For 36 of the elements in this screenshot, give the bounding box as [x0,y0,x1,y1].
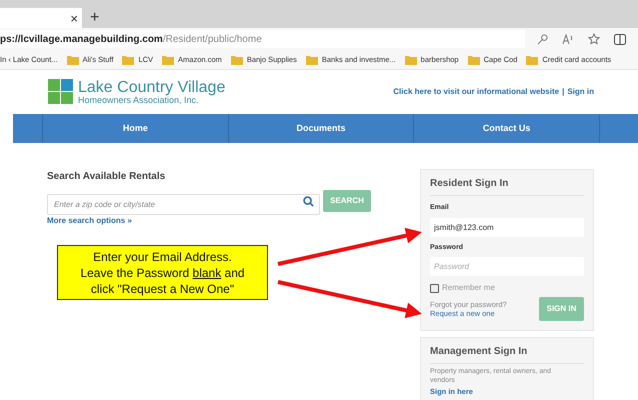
address-bar[interactable]: ps://lcvillage.managebuilding.com/Resident/public/home [0,30,525,48]
callout-text: click "Request a New One" [90,280,234,296]
logo-title: Lake Country Village [78,80,226,96]
folder-icon [230,54,243,64]
callout-text: Enter your Email Address. [93,248,232,264]
folder-icon [468,54,480,64]
callout-text: Leave the Password blank and [80,264,245,280]
logo-subtitle: Homeowners Association, Inc. [78,96,199,104]
logo-icon [48,79,74,105]
search-field[interactable]: Enter a zip code or city/state [47,194,320,214]
password-field[interactable]: Password [430,257,584,276]
panel-title: Management Sign In [430,344,584,364]
folder-icon [66,54,79,64]
info-website-link[interactable]: Click here to visit our informational website [393,86,560,98]
read-aloud-icon[interactable] [562,34,574,44]
close-tab-button[interactable]: × [70,12,78,24]
remember-checkbox[interactable] [430,284,439,292]
folder-icon [404,54,417,64]
split-screen-icon[interactable] [614,34,626,44]
folder-icon [306,54,318,64]
more-search-options-link[interactable]: More search options » [47,215,420,227]
star-icon[interactable] [588,33,600,45]
email-field[interactable]: jsmith@123.com [430,218,584,236]
folder-icon [162,54,174,64]
section-title: Search Available Rentals [47,170,166,184]
nav-item[interactable]: Contact Us [413,114,600,143]
nav-item[interactable]: Documents [228,114,414,143]
search-icon[interactable] [303,196,314,206]
separator: | [562,86,564,98]
panel-title: Resident Sign In [430,176,584,196]
nav-item[interactable]: Home [42,114,228,143]
remember-label: Remember me [442,282,495,294]
sign-in-link[interactable]: Sign in [567,86,594,98]
folder-icon [526,54,538,64]
folder-icon [122,54,134,64]
new-tab-button[interactable]: + [90,10,100,26]
